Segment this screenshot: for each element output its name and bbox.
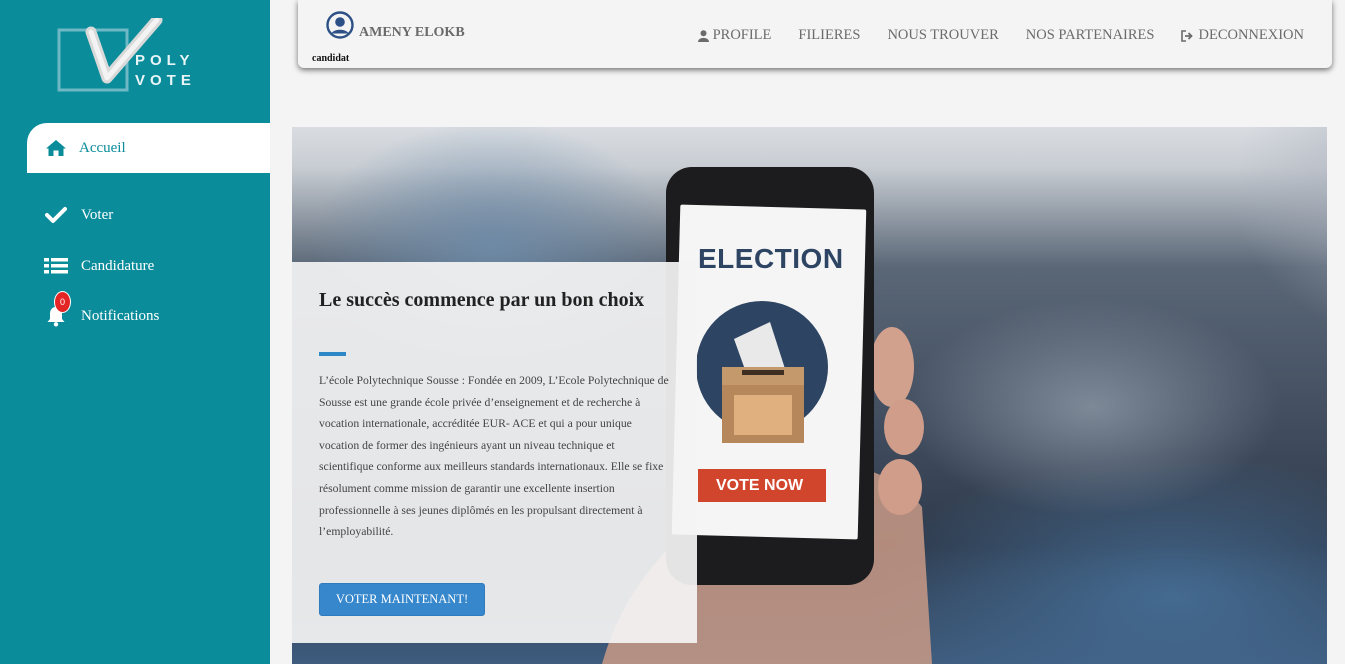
nav-filieres-label: FILIERES: [798, 27, 861, 43]
nav-profile-label: PROFILE: [712, 27, 772, 43]
home-icon: [41, 139, 71, 157]
nav-nous-trouver-label: NOUS TROUVER: [887, 27, 999, 43]
nav-filieres[interactable]: FILIERES: [798, 27, 860, 44]
sidebar-item-notifications[interactable]: 0 Notifications: [27, 291, 270, 341]
nav-deconnexion[interactable]: DECONNEXION: [1181, 27, 1304, 44]
hero-title: Le succès commence par un bon choix: [319, 289, 645, 311]
title-underline: [319, 352, 346, 356]
hero-description: L’école Polytechnique Sousse : Fondée en…: [319, 374, 669, 539]
nav-nous-trouver[interactable]: NOUS TROUVER: [887, 27, 998, 44]
vote-now-button[interactable]: VOTER MAINTENANT!: [319, 583, 485, 616]
polyvote-logo[interactable]: POLY VOTE: [57, 14, 212, 94]
top-menu: PROFILE FILIERES NOUS TROUVER NOS PARTEN…: [697, 27, 1304, 44]
user-name: AMENY ELOKB: [359, 25, 465, 40]
sign-out-icon: [1181, 29, 1194, 42]
sidebar-item-label: Accueil: [79, 139, 126, 156]
bell-icon: 0: [41, 291, 71, 327]
nav-profile[interactable]: PROFILE: [697, 27, 772, 44]
sidebar-item-label: Voter: [81, 206, 114, 223]
sidebar-item-label: Candidature: [81, 257, 155, 274]
sidebar: POLY VOTE Accueil Voter Candidature 0 No…: [0, 0, 270, 664]
logo-text-poly: POLY: [135, 52, 195, 69]
sidebar-item-label: Notifications: [81, 307, 160, 324]
sidebar-item-candidature[interactable]: Candidature: [27, 241, 270, 291]
nav-deconnexion-label: DECONNEXION: [1198, 27, 1304, 43]
notification-badge: 0: [54, 291, 71, 313]
nav-nos-partenaires[interactable]: NOS PARTENAIRES: [1026, 27, 1155, 44]
phone-election-text: ELECTION: [698, 243, 844, 274]
list-icon: [41, 257, 71, 275]
top-navbar: AMENY ELOKB candidat PROFILE FILIERES NO…: [298, 0, 1332, 68]
hero-banner: ELECTION VOTE NOW Le succès commence par…: [292, 127, 1327, 664]
nav-nos-partenaires-label: NOS PARTENAIRES: [1025, 27, 1155, 43]
logo-text-vote: VOTE: [135, 72, 196, 89]
check-icon: [41, 206, 71, 224]
user-avatar-icon[interactable]: [326, 11, 354, 39]
sidebar-item-accueil[interactable]: Accueil: [27, 123, 270, 173]
hero-text-panel: Le succès commence par un bon choix L’éc…: [292, 262, 697, 643]
sidebar-item-voter[interactable]: Voter: [27, 190, 270, 240]
user-role: candidat: [312, 53, 350, 64]
phone-vote-now-text: VOTE NOW: [716, 477, 804, 494]
user-icon: [697, 29, 709, 42]
